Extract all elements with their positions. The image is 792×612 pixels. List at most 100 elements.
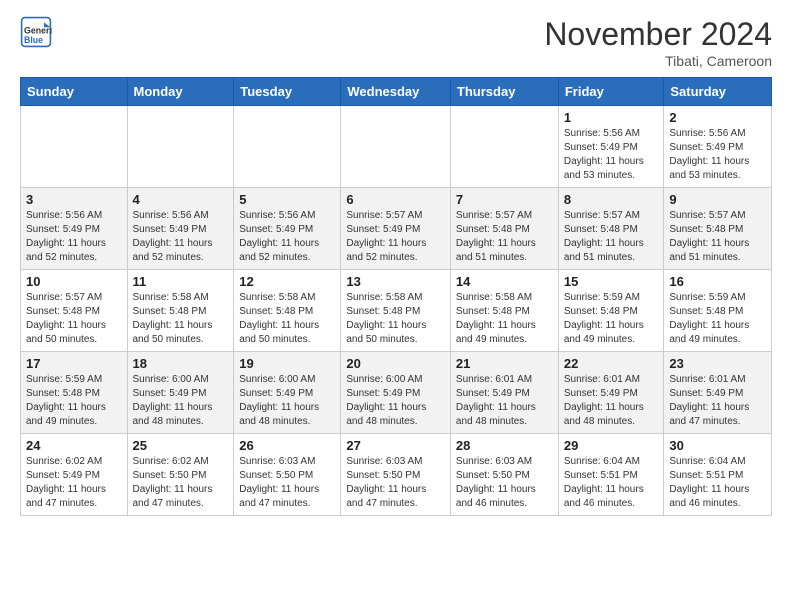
weekday-header-thursday: Thursday [450, 78, 558, 106]
day-info: Sunrise: 6:03 AM Sunset: 5:50 PM Dayligh… [239, 455, 335, 511]
calendar-cell [234, 106, 341, 188]
calendar-cell: 1 Sunrise: 5:56 AM Sunset: 5:49 PM Daylig… [558, 106, 664, 188]
calendar-cell: 24 Sunrise: 6:02 AM Sunset: 5:49 PM Dayli… [21, 434, 128, 516]
calendar-week-row: 24 Sunrise: 6:02 AM Sunset: 5:49 PM Dayli… [21, 434, 772, 516]
day-info: Sunrise: 5:58 AM Sunset: 5:48 PM Dayligh… [239, 291, 335, 347]
day-info: Sunrise: 5:59 AM Sunset: 5:48 PM Dayligh… [26, 373, 122, 429]
weekday-header-friday: Friday [558, 78, 664, 106]
day-number: 6 [346, 192, 445, 207]
day-number: 25 [133, 438, 229, 453]
day-number: 19 [239, 356, 335, 371]
day-number: 27 [346, 438, 445, 453]
calendar-week-row: 10Sunrise: 5:57 AM Sunset: 5:48 PM Dayli… [21, 270, 772, 352]
main-title: November 2024 [544, 16, 772, 53]
weekday-header-saturday: Saturday [664, 78, 772, 106]
weekday-header-row: SundayMondayTuesdayWednesdayThursdayFrid… [21, 78, 772, 106]
day-number: 4 [133, 192, 229, 207]
calendar-cell: 15Sunrise: 5:59 AM Sunset: 5:48 PM Dayli… [558, 270, 664, 352]
calendar-cell: 8 Sunrise: 5:57 AM Sunset: 5:48 PM Daylig… [558, 188, 664, 270]
day-number: 17 [26, 356, 122, 371]
calendar-cell: 2 Sunrise: 5:56 AM Sunset: 5:49 PM Daylig… [664, 106, 772, 188]
calendar-cell: 30 Sunrise: 6:04 AM Sunset: 5:51 PM Dayli… [664, 434, 772, 516]
calendar-cell [127, 106, 234, 188]
day-number: 18 [133, 356, 229, 371]
day-info: Sunrise: 5:56 AM Sunset: 5:49 PM Dayligh… [26, 209, 122, 265]
day-number: 8 [564, 192, 659, 207]
weekday-header-sunday: Sunday [21, 78, 128, 106]
day-number: 26 [239, 438, 335, 453]
calendar-cell: 25 Sunrise: 6:02 AM Sunset: 5:50 PM Dayli… [127, 434, 234, 516]
day-number: 5 [239, 192, 335, 207]
calendar-cell: 28 Sunrise: 6:03 AM Sunset: 5:50 PM Dayli… [450, 434, 558, 516]
day-info: Sunrise: 6:04 AM Sunset: 5:51 PM Dayligh… [669, 455, 766, 511]
day-info: Sunrise: 6:02 AM Sunset: 5:49 PM Dayligh… [26, 455, 122, 511]
day-info: Sunrise: 6:00 AM Sunset: 5:49 PM Dayligh… [346, 373, 445, 429]
calendar-cell: 12 Sunrise: 5:58 AM Sunset: 5:48 PM Dayli… [234, 270, 341, 352]
day-number: 29 [564, 438, 659, 453]
weekday-header-wednesday: Wednesday [341, 78, 451, 106]
day-info: Sunrise: 5:57 AM Sunset: 5:48 PM Dayligh… [456, 209, 553, 265]
day-number: 12 [239, 274, 335, 289]
calendar-week-row: 3Sunrise: 5:56 AM Sunset: 5:49 PM Daylig… [21, 188, 772, 270]
day-info: Sunrise: 5:59 AM Sunset: 5:48 PM Dayligh… [669, 291, 766, 347]
day-info: Sunrise: 5:58 AM Sunset: 5:48 PM Dayligh… [133, 291, 229, 347]
calendar-cell: 3Sunrise: 5:56 AM Sunset: 5:49 PM Daylig… [21, 188, 128, 270]
day-info: Sunrise: 5:57 AM Sunset: 5:49 PM Dayligh… [346, 209, 445, 265]
day-number: 14 [456, 274, 553, 289]
calendar-cell: 19 Sunrise: 6:00 AM Sunset: 5:49 PM Dayli… [234, 352, 341, 434]
day-info: Sunrise: 5:58 AM Sunset: 5:48 PM Dayligh… [456, 291, 553, 347]
calendar-cell: 13 Sunrise: 5:58 AM Sunset: 5:48 PM Dayli… [341, 270, 451, 352]
calendar-cell: 11 Sunrise: 5:58 AM Sunset: 5:48 PM Dayli… [127, 270, 234, 352]
day-number: 2 [669, 110, 766, 125]
calendar-cell: 10Sunrise: 5:57 AM Sunset: 5:48 PM Dayli… [21, 270, 128, 352]
calendar-cell [21, 106, 128, 188]
calendar-cell: 20 Sunrise: 6:00 AM Sunset: 5:49 PM Dayli… [341, 352, 451, 434]
day-info: Sunrise: 5:56 AM Sunset: 5:49 PM Dayligh… [669, 127, 766, 183]
day-info: Sunrise: 6:00 AM Sunset: 5:49 PM Dayligh… [239, 373, 335, 429]
header: General Blue November 2024 Tibati, Camer… [20, 16, 772, 69]
day-info: Sunrise: 6:02 AM Sunset: 5:50 PM Dayligh… [133, 455, 229, 511]
weekday-header-monday: Monday [127, 78, 234, 106]
day-number: 1 [564, 110, 659, 125]
day-number: 10 [26, 274, 122, 289]
day-info: Sunrise: 5:58 AM Sunset: 5:48 PM Dayligh… [346, 291, 445, 347]
calendar-cell: 17 Sunrise: 5:59 AM Sunset: 5:48 PM Dayli… [21, 352, 128, 434]
calendar-cell: 22 Sunrise: 6:01 AM Sunset: 5:49 PM Dayli… [558, 352, 664, 434]
calendar-cell: 21Sunrise: 6:01 AM Sunset: 5:49 PM Dayli… [450, 352, 558, 434]
day-number: 15 [564, 274, 659, 289]
logo: General Blue [20, 16, 56, 48]
day-info: Sunrise: 6:03 AM Sunset: 5:50 PM Dayligh… [346, 455, 445, 511]
title-block: November 2024 Tibati, Cameroon [544, 16, 772, 69]
calendar-week-row: 17 Sunrise: 5:59 AM Sunset: 5:48 PM Dayli… [21, 352, 772, 434]
calendar-cell: 16 Sunrise: 5:59 AM Sunset: 5:48 PM Dayli… [664, 270, 772, 352]
calendar-cell: 9Sunrise: 5:57 AM Sunset: 5:48 PM Daylig… [664, 188, 772, 270]
calendar-cell: 4Sunrise: 5:56 AM Sunset: 5:49 PM Daylig… [127, 188, 234, 270]
day-number: 9 [669, 192, 766, 207]
day-number: 24 [26, 438, 122, 453]
day-info: Sunrise: 6:01 AM Sunset: 5:49 PM Dayligh… [564, 373, 659, 429]
day-number: 30 [669, 438, 766, 453]
calendar-week-row: 1 Sunrise: 5:56 AM Sunset: 5:49 PM Daylig… [21, 106, 772, 188]
calendar-cell [450, 106, 558, 188]
day-info: Sunrise: 6:04 AM Sunset: 5:51 PM Dayligh… [564, 455, 659, 511]
day-number: 23 [669, 356, 766, 371]
logo-icon: General Blue [20, 16, 52, 48]
calendar-cell [341, 106, 451, 188]
day-number: 28 [456, 438, 553, 453]
day-info: Sunrise: 6:01 AM Sunset: 5:49 PM Dayligh… [456, 373, 553, 429]
day-number: 16 [669, 274, 766, 289]
day-info: Sunrise: 5:57 AM Sunset: 5:48 PM Dayligh… [564, 209, 659, 265]
day-info: Sunrise: 6:01 AM Sunset: 5:49 PM Dayligh… [669, 373, 766, 429]
calendar-table: SundayMondayTuesdayWednesdayThursdayFrid… [20, 77, 772, 516]
day-info: Sunrise: 6:03 AM Sunset: 5:50 PM Dayligh… [456, 455, 553, 511]
day-number: 20 [346, 356, 445, 371]
day-info: Sunrise: 5:56 AM Sunset: 5:49 PM Dayligh… [564, 127, 659, 183]
day-number: 13 [346, 274, 445, 289]
calendar-cell: 18 Sunrise: 6:00 AM Sunset: 5:49 PM Dayli… [127, 352, 234, 434]
calendar-cell: 6 Sunrise: 5:57 AM Sunset: 5:49 PM Daylig… [341, 188, 451, 270]
calendar-cell: 26 Sunrise: 6:03 AM Sunset: 5:50 PM Dayli… [234, 434, 341, 516]
day-number: 11 [133, 274, 229, 289]
calendar-cell: 29 Sunrise: 6:04 AM Sunset: 5:51 PM Dayli… [558, 434, 664, 516]
day-number: 22 [564, 356, 659, 371]
day-info: Sunrise: 6:00 AM Sunset: 5:49 PM Dayligh… [133, 373, 229, 429]
